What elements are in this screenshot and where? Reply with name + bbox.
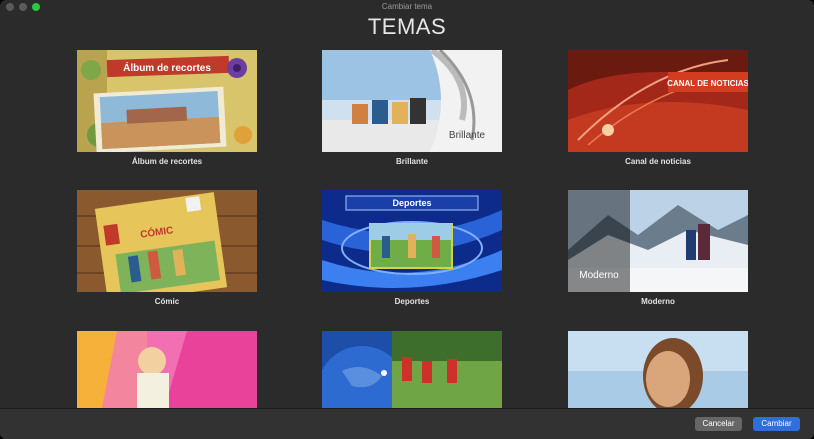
theme-thumbnail: Deportes	[322, 190, 502, 292]
album-banner-text: Álbum de recortes	[123, 61, 211, 74]
theme-thumbnail	[77, 331, 257, 408]
theme-label: Moderno	[641, 297, 675, 306]
theme-label: Canal de noticias	[625, 157, 691, 166]
brillante-thumbnail-art: Brillante	[322, 50, 502, 152]
comic-thumbnail-art: CÓMIC	[77, 190, 257, 292]
titlebar: Cambiar tema	[0, 0, 814, 14]
theme-thumbnail: Álbum de recortes	[77, 50, 257, 152]
portrait-thumbnail-art	[568, 331, 748, 408]
theme-thumbnail: CÓMIC	[77, 190, 257, 292]
brillante-overlay-text: Brillante	[449, 130, 486, 141]
change-theme-window: Cambiar tema TEMAS Álbum de recortes Álb…	[0, 0, 814, 439]
colorful-thumbnail-art	[77, 331, 257, 408]
theme-thumbnail: CANAL DE NOTICIAS	[568, 50, 748, 152]
news-thumbnail-art: CANAL DE NOTICIAS	[568, 50, 748, 152]
sports-banner-text: Deportes	[392, 198, 431, 208]
moderno-thumbnail-art: Moderno	[568, 190, 748, 292]
theme-thumbnail: Moderno	[568, 190, 748, 292]
page-title: TEMAS	[367, 14, 447, 39]
album-thumbnail-art: Álbum de recortes	[77, 50, 257, 152]
footer-bar: Cancelar Cambiar	[0, 408, 814, 439]
theme-label: Deportes	[394, 297, 430, 306]
theme-thumbnail: Brillante	[322, 50, 502, 152]
cancel-button[interactable]: Cancelar	[695, 417, 742, 431]
theme-label: Brillante	[395, 157, 428, 166]
window-title: Cambiar tema	[381, 2, 433, 11]
themes-grid: Álbum de recortes Álbum de recortes Bril…	[0, 48, 814, 408]
sports-thumbnail-art: Deportes	[322, 190, 502, 292]
news-banner-text: CANAL DE NOTICIAS	[667, 79, 748, 88]
world-thumbnail-art	[322, 331, 502, 408]
theme-thumbnail	[322, 331, 502, 408]
theme-label: Cómic	[154, 297, 180, 306]
change-button[interactable]: Cambiar	[753, 417, 800, 431]
theme-label: Álbum de recortes	[131, 157, 203, 166]
theme-thumbnail	[568, 331, 748, 408]
moderno-overlay-text: Moderno	[579, 270, 619, 281]
